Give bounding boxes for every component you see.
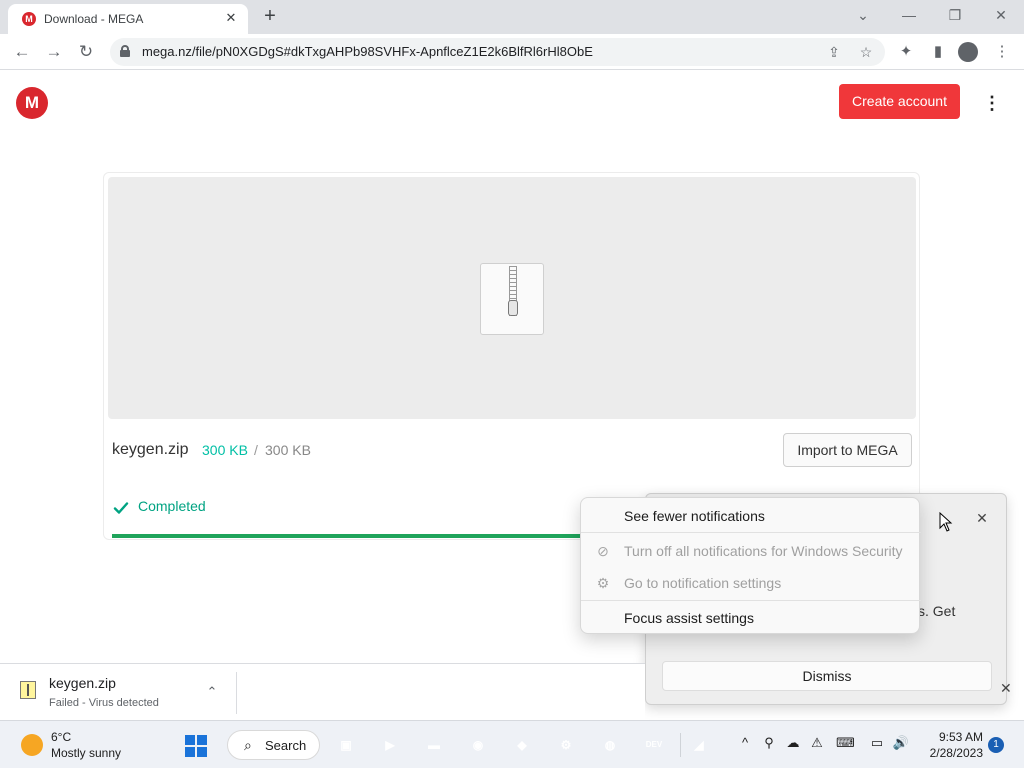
menu-item-label: Turn off all notifications for Windows S…: [624, 543, 903, 559]
file-name: keygen.zip: [112, 441, 189, 458]
page-more-icon[interactable]: ⋮: [980, 90, 1004, 116]
download-shelf: keygen.zip Failed - Virus detected ⌃: [0, 663, 645, 720]
file-explorer-icon[interactable]: ▬: [422, 733, 446, 757]
menu-item-turn-off-notifications[interactable]: ⊘ Turn off all notifications for Windows…: [581, 535, 921, 567]
shelf-close-icon[interactable]: ✕: [1000, 680, 1012, 697]
zip-file-icon: [20, 681, 36, 699]
tray-search-icon[interactable]: ⚲: [760, 735, 778, 751]
browser-toolbar: ← → ↻ mega.nz/file/pN0XGDgS#dkTxgAHPb98S…: [0, 34, 1024, 70]
notification-context-menu: See fewer notifications ⊘ Turn off all n…: [580, 497, 921, 634]
windows-taskbar: 6°C Mostly sunny ⌕ Search ▣ ▶ ▬ ◉ ◆ ⚙ ◍ …: [0, 720, 1024, 768]
notification-count-badge[interactable]: 1: [988, 737, 1004, 753]
reload-icon[interactable]: ↻: [74, 40, 98, 64]
download-file-name[interactable]: keygen.zip: [49, 675, 116, 691]
taskbar-search[interactable]: ⌕ Search: [227, 730, 320, 760]
downloaded-size: 300 KB: [202, 442, 248, 458]
share-icon[interactable]: ⇪: [824, 42, 844, 62]
back-icon[interactable]: ←: [10, 40, 34, 64]
weather-sun-icon[interactable]: [21, 734, 43, 756]
shelf-divider: [236, 672, 237, 714]
gear-icon: ⚙: [596, 575, 610, 591]
menu-item-label: Go to notification settings: [624, 575, 782, 591]
task-view-icon[interactable]: ▣: [334, 733, 358, 757]
bookmark-star-icon[interactable]: ☆: [856, 42, 876, 62]
taskbar-divider: [680, 733, 681, 757]
tab-search-icon[interactable]: ⌄: [848, 4, 878, 26]
mega-favicon-icon: M: [22, 12, 36, 26]
browser-tab[interactable]: M Download - MEGA ✕: [8, 4, 248, 34]
checkmark-icon: [113, 502, 129, 514]
menu-item-see-fewer[interactable]: See fewer notifications: [581, 500, 921, 532]
file-download-card: keygen.zip 300 KB / 300 KB Import to MEG…: [103, 172, 920, 540]
new-tab-button[interactable]: +: [258, 5, 282, 29]
toast-close-icon[interactable]: ✕: [972, 508, 992, 528]
file-preview-area: [108, 177, 916, 419]
notification-body-text: s. Get: [918, 603, 956, 619]
menu-divider: [581, 600, 921, 601]
browser-tab-strip: M Download - MEGA ✕ + ⌄ — ❐ ✕: [0, 0, 1024, 34]
dev-cpp-icon[interactable]: DEV: [642, 733, 666, 757]
mouse-cursor-icon: [939, 512, 953, 532]
total-size: 300 KB: [265, 442, 311, 458]
zip-file-icon: [480, 263, 544, 335]
display-icon[interactable]: ▭: [868, 735, 886, 751]
address-bar[interactable]: mega.nz/file/pN0XGDgS#dkTxgAHPb98SVHFx-A…: [110, 38, 885, 66]
tab-title: Download - MEGA: [44, 12, 144, 26]
tab-close-icon[interactable]: ✕: [222, 9, 240, 27]
menu-item-notification-settings[interactable]: ⚙ Go to notification settings: [581, 567, 921, 599]
extensions-icon[interactable]: ✦: [894, 40, 918, 64]
visual-studio-icon[interactable]: ◆: [510, 733, 534, 757]
download-status: Completed: [138, 498, 206, 514]
wireshark-icon[interactable]: ◢: [687, 733, 711, 757]
settings-gear-icon[interactable]: ⚙: [554, 733, 578, 757]
onedrive-icon[interactable]: ☁: [784, 735, 802, 751]
clock-time[interactable]: 9:53 AM: [935, 730, 983, 744]
browser-menu-icon[interactable]: ⋮: [990, 40, 1014, 64]
weather-description[interactable]: Mostly sunny: [51, 746, 121, 760]
close-window-button[interactable]: ✕: [986, 4, 1016, 26]
search-icon: ⌕: [244, 737, 252, 753]
profile-avatar-icon[interactable]: [958, 42, 978, 62]
weather-temperature[interactable]: 6°C: [51, 730, 71, 744]
side-panel-icon[interactable]: ▮: [926, 40, 950, 64]
tray-overflow-chevron-icon[interactable]: ^: [736, 735, 754, 750]
menu-item-focus-assist[interactable]: Focus assist settings: [581, 602, 921, 634]
teams-icon[interactable]: ▶: [378, 733, 402, 757]
restore-button[interactable]: ❐: [940, 4, 970, 26]
windows-start-icon[interactable]: [185, 735, 207, 757]
windows-security-warning-icon[interactable]: ⚠: [808, 735, 826, 751]
create-account-button[interactable]: Create account: [839, 84, 960, 119]
download-status-text: Failed - Virus detected: [49, 697, 159, 709]
steam-icon[interactable]: ◍: [598, 733, 622, 757]
dismiss-button[interactable]: Dismiss: [662, 661, 992, 691]
keyboard-icon[interactable]: ⌨: [836, 735, 855, 751]
url-text[interactable]: mega.nz/file/pN0XGDgS#dkTxgAHPb98SVHFx-A…: [142, 44, 593, 59]
minimize-button[interactable]: —: [894, 4, 924, 26]
chrome-icon[interactable]: ◉: [466, 733, 490, 757]
mega-logo[interactable]: M: [16, 87, 48, 119]
size-separator: /: [254, 442, 258, 458]
clock-date[interactable]: 2/28/2023: [925, 746, 983, 760]
chevron-up-icon[interactable]: ⌃: [202, 682, 222, 702]
menu-divider: [581, 532, 921, 533]
search-label: Search: [265, 738, 307, 753]
lock-icon[interactable]: [120, 45, 130, 57]
volume-icon[interactable]: 🔊: [892, 735, 910, 751]
block-icon: ⊘: [597, 543, 609, 559]
forward-icon[interactable]: →: [42, 40, 66, 64]
import-to-mega-button[interactable]: Import to MEGA: [783, 433, 912, 467]
